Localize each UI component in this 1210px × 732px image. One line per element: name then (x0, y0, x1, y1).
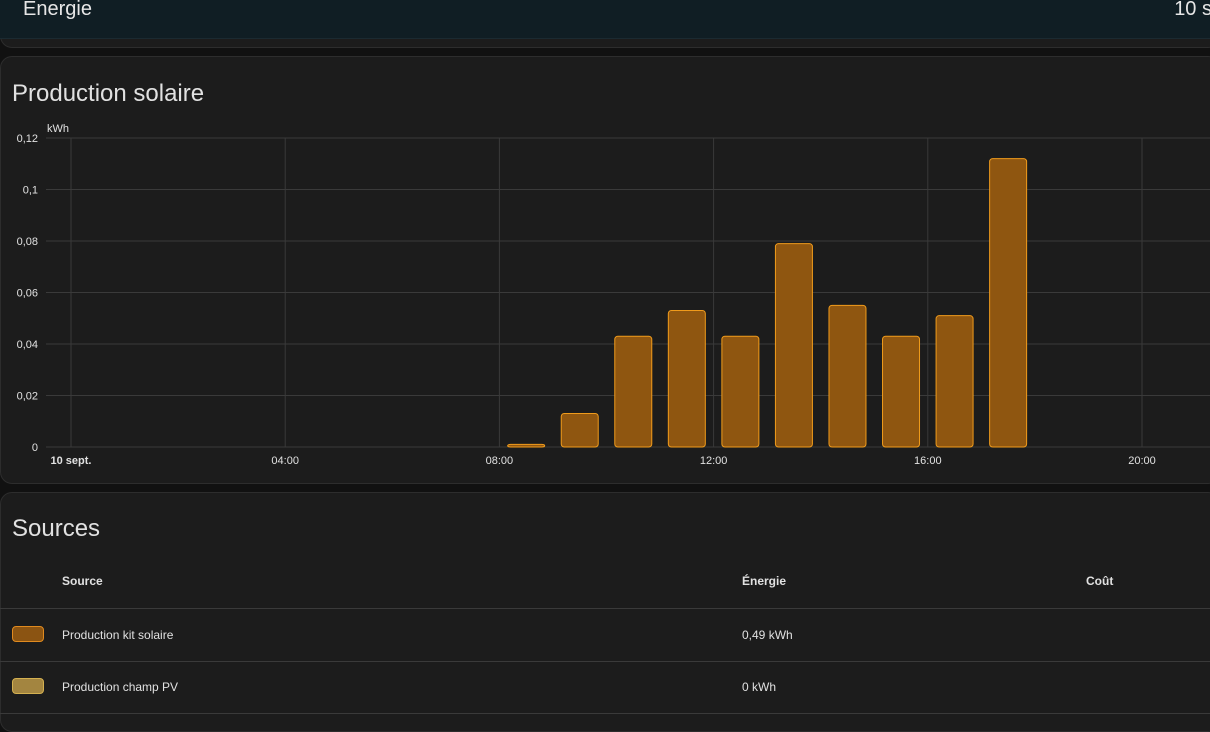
chart-bar (935, 315, 974, 448)
source-color-swatch (12, 626, 44, 642)
source-name: Production champ PV (62, 680, 179, 694)
table-row: Production kit solaire 0,49 kWh (0, 609, 1210, 662)
x-tick-label: 20:00 (1128, 455, 1156, 467)
source-color-swatch (12, 678, 44, 694)
table-row: Production champ PV 0 kWh (0, 661, 1210, 714)
chart-bar (721, 335, 760, 448)
chart-bar (882, 335, 921, 448)
chart-bar (560, 413, 599, 448)
chart-bar (667, 310, 706, 448)
y-tick-label: 0,02 (17, 391, 38, 403)
chart-bar (774, 243, 813, 448)
y-tick-label: 0 (32, 442, 38, 454)
y-tick-label: 0,12 (17, 133, 38, 145)
chart-bar (989, 158, 1028, 448)
x-tick-label: 08:00 (486, 455, 514, 467)
sources-card-title: Sources (12, 515, 101, 542)
source-name: Production kit solaire (62, 628, 174, 642)
x-tick-label: 16:00 (914, 455, 942, 467)
x-tick-label: 10 sept. (51, 455, 92, 467)
y-tick-label: 0,04 (17, 339, 38, 351)
column-header-source[interactable]: Source (62, 574, 103, 588)
y-unit-label: kWh (47, 123, 69, 135)
chart-bar (614, 335, 653, 448)
chart-bar (828, 304, 867, 448)
y-tick-label: 0,06 (17, 288, 38, 300)
sources-table-header: Source Énergie Coût (0, 560, 1210, 609)
chart-bar (507, 443, 546, 448)
y-tick-label: 0,08 (17, 236, 38, 248)
column-header-cost[interactable]: Coût (1086, 574, 1113, 588)
x-tick-label: 12:00 (700, 455, 728, 467)
column-header-energy[interactable]: Énergie (742, 574, 786, 588)
source-energy: 0,49 kWh (742, 628, 793, 642)
x-tick-label: 04:00 (271, 455, 299, 467)
y-tick-label: 0,1 (23, 185, 38, 197)
source-energy: 0 kWh (742, 680, 777, 694)
solar-production-chart: 0 0,02 0,04 0,06 0,08 0,1 0,12 kWh 10 sept. 04:00… (17, 123, 1210, 467)
